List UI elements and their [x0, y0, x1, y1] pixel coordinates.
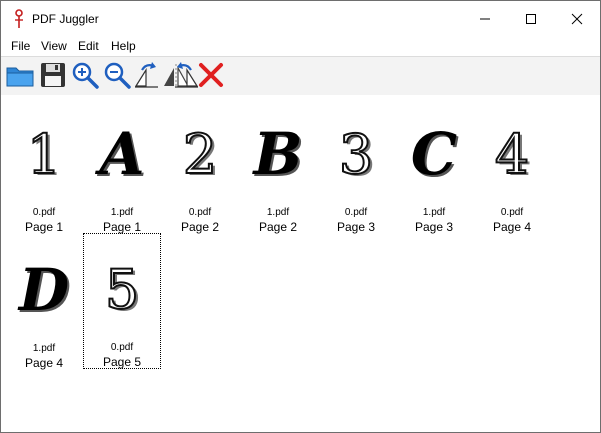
source-file-label: 0.pdf — [32, 207, 56, 218]
source-file-label: 0.pdf — [500, 207, 524, 218]
source-file-label: 1.pdf — [110, 207, 134, 218]
app-logo-icon — [15, 9, 23, 28]
page-label: Page 3 — [336, 220, 376, 234]
page-preview: 3 — [338, 122, 374, 187]
page-thumbnail[interactable]: D 1.pdf Page 4 — [6, 235, 82, 370]
open-folder-icon[interactable] — [5, 60, 35, 90]
title-bar[interactable]: PDF Juggler — [1, 1, 600, 36]
delete-icon[interactable] — [196, 60, 226, 90]
page-preview: A — [99, 120, 145, 188]
save-icon[interactable] — [38, 60, 68, 90]
minimize-icon — [480, 18, 490, 19]
page-label: Page 2 — [180, 220, 220, 234]
page-thumbnail[interactable]: 2 0.pdf Page 2 — [162, 99, 238, 235]
menu-edit[interactable]: Edit — [78, 39, 99, 53]
page-preview: 4 — [494, 122, 530, 187]
app-window: PDF Juggler File View Edit Help 1 0.pdf … — [0, 0, 601, 433]
menu-bar: File View Edit Help — [1, 36, 600, 56]
page-label: Page 3 — [414, 220, 454, 234]
page-thumbnail-selected[interactable]: 5 0.pdf Page 5 — [83, 233, 161, 369]
minimize-button[interactable] — [462, 1, 508, 36]
menu-file[interactable]: File — [11, 39, 30, 53]
page-preview: 1 — [26, 122, 62, 187]
page-label: Page 2 — [258, 220, 298, 234]
toolbar — [1, 56, 600, 96]
menu-help[interactable]: Help — [111, 39, 136, 53]
source-file-label: 1.pdf — [266, 207, 290, 218]
page-thumbnail[interactable]: 4 0.pdf Page 4 — [474, 99, 550, 235]
page-preview: D — [18, 256, 70, 324]
source-file-label: 0.pdf — [344, 207, 368, 218]
page-label: Page 4 — [24, 356, 64, 370]
source-file-label: 1.pdf — [32, 343, 56, 354]
page-preview: 2 — [182, 122, 218, 187]
close-icon — [571, 13, 583, 24]
page-thumbnail[interactable]: 3 0.pdf Page 3 — [318, 99, 394, 235]
page-thumbnail[interactable]: A 1.pdf Page 1 — [84, 99, 160, 234]
page-label: Page 1 — [24, 220, 64, 234]
window-title: PDF Juggler — [32, 12, 99, 26]
source-file-label: 0.pdf — [188, 207, 212, 218]
close-button[interactable] — [554, 1, 600, 36]
page-thumbnail[interactable]: B 1.pdf Page 2 — [240, 99, 316, 234]
page-label: Page 1 — [102, 220, 142, 234]
zoom-out-icon[interactable] — [102, 60, 132, 90]
source-file-label: 1.pdf — [422, 207, 446, 218]
menu-view[interactable]: View — [41, 39, 67, 53]
page-label: Page 5 — [102, 355, 142, 369]
page-thumbnail[interactable]: 1 0.pdf Page 1 — [6, 99, 82, 235]
page-preview: 5 — [104, 257, 140, 322]
maximize-button[interactable] — [508, 1, 554, 36]
rotate-right-icon[interactable] — [132, 60, 162, 90]
zoom-in-icon[interactable] — [70, 60, 100, 90]
maximize-icon — [526, 13, 536, 24]
page-thumbnail-grid: 1 0.pdf Page 1 A 1.pdf Page 1 2 0.pdf Pa… — [1, 95, 600, 432]
page-label: Page 4 — [492, 220, 532, 234]
page-thumbnail[interactable]: C 1.pdf Page 3 — [396, 99, 472, 234]
page-preview: C — [410, 120, 458, 188]
page-preview: B — [253, 120, 303, 188]
source-file-label: 0.pdf — [110, 342, 134, 353]
